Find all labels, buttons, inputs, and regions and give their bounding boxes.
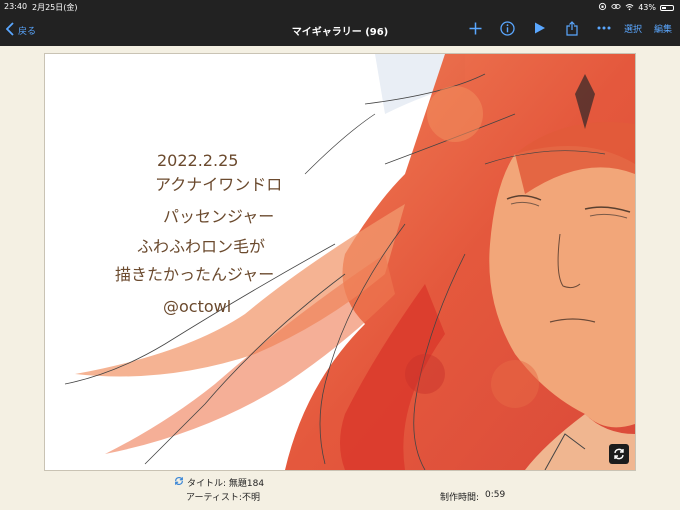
more-icon[interactable] bbox=[596, 20, 612, 36]
title-row[interactable]: タイトル: 無題184 bbox=[174, 476, 264, 489]
caption-line-2: アクナイワンドロ bbox=[155, 175, 282, 194]
nav-bar: 戻る マイギャラリー (96) 選択 編集 bbox=[0, 14, 680, 46]
status-bar: 23:40 2月25日(金) 43% bbox=[0, 0, 680, 14]
artwork-title: タイトル: 無題184 bbox=[187, 479, 265, 489]
orientation-lock-icon bbox=[598, 2, 607, 13]
status-date: 2月25日(金) bbox=[32, 3, 78, 12]
edit-button[interactable]: 編集 bbox=[654, 22, 672, 35]
artwork-info: タイトル: 無題184 アーティスト:不明 制作時間: 0:59 bbox=[0, 474, 680, 510]
caption-line-6: @octowl bbox=[163, 297, 231, 316]
status-right: 43% bbox=[598, 2, 674, 13]
info-icon[interactable] bbox=[500, 20, 516, 36]
caption-line-4: ふわふわロン毛が bbox=[137, 237, 265, 256]
battery-icon bbox=[660, 4, 674, 11]
creation-time: 制作時間: 0:59 bbox=[440, 490, 505, 503]
status-time: 23:40 bbox=[4, 2, 28, 11]
play-icon[interactable] bbox=[532, 20, 548, 36]
refresh-icon[interactable] bbox=[174, 476, 184, 489]
battery-percent: 43% bbox=[638, 3, 656, 12]
caption-line-5: 描きたかったんジャー bbox=[115, 265, 274, 284]
link-icon bbox=[611, 2, 621, 13]
wifi-icon bbox=[625, 3, 634, 13]
caption-line-3: パッセンジャー bbox=[163, 207, 274, 226]
creation-time-label: 制作時間: bbox=[440, 493, 480, 503]
artwork-canvas[interactable]: 2022.2.25 アクナイワンドロ パッセンジャー ふわふわロン毛が 描きたか… bbox=[44, 53, 636, 471]
artwork-illustration: 2022.2.25 アクナイワンドロ パッセンジャー ふわふわロン毛が 描きたか… bbox=[45, 54, 635, 470]
share-icon[interactable] bbox=[564, 20, 580, 36]
caption-line-1: 2022.2.25 bbox=[157, 151, 238, 170]
plus-icon[interactable] bbox=[468, 20, 484, 36]
nav-actions: 選択 編集 bbox=[468, 20, 672, 36]
select-button[interactable]: 選択 bbox=[624, 22, 642, 35]
battery-level bbox=[662, 6, 666, 9]
rotate-button[interactable] bbox=[609, 444, 629, 464]
creation-time-value: 0:59 bbox=[485, 490, 506, 500]
artwork-artist: アーティスト:不明 bbox=[186, 493, 260, 503]
rotate-icon bbox=[613, 448, 625, 460]
